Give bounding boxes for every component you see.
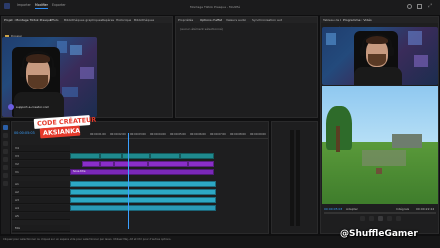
ruler-label: 00:00:06:00 xyxy=(190,133,206,136)
tools-panel xyxy=(1,121,10,234)
ripple-tool-icon[interactable] xyxy=(3,141,8,146)
tab-effects[interactable]: Effets xyxy=(50,18,59,22)
tab-audio-mixer[interactable]: Synchronisation automatique de l'audio xyxy=(252,18,282,22)
audio-meter-left xyxy=(290,130,294,226)
audio-clip[interactable] xyxy=(70,189,216,195)
creator-code-overlay: CODE CRÉATEUR AKSIANKA xyxy=(30,115,96,141)
fullscreen-icon[interactable]: ⤢ xyxy=(428,4,434,9)
ruler-label: 00:00:03:00 xyxy=(130,133,146,136)
track-header[interactable]: A4 xyxy=(12,205,70,212)
timeline-tracks: Sous-titre xyxy=(70,133,268,233)
discord-icon xyxy=(8,104,14,110)
video-clip[interactable] xyxy=(180,153,214,159)
menu-bar: Importer Modifier Exporter Montage Tikto… xyxy=(0,0,440,15)
program-timecode-current[interactable]: 00:00:05:03 xyxy=(324,207,342,211)
effect-controls-panel: Propriétés Options d'effet Valeurs audio… xyxy=(175,16,318,118)
tab-graphics-libraries[interactable]: Bibliothèques graphiques xyxy=(64,18,102,22)
subtitle-clip[interactable]: Sous-titre xyxy=(70,169,214,175)
video-clip[interactable] xyxy=(148,161,188,167)
audio-clip[interactable] xyxy=(70,181,216,187)
program-fit-select[interactable]: Adapter xyxy=(346,207,358,211)
tab-export[interactable]: Exporter xyxy=(52,3,66,7)
tab-audio-dashboard[interactable]: Tableau de bord de l'audio xyxy=(323,18,341,22)
audio-meter-right xyxy=(296,130,300,226)
track-header[interactable]: A1 xyxy=(12,181,70,188)
tab-edit[interactable]: Modifier xyxy=(35,3,48,9)
tab-effect-options[interactable]: Options d'effet xyxy=(200,18,222,22)
selection-tool-icon[interactable] xyxy=(3,125,8,130)
video-clip[interactable] xyxy=(122,153,150,159)
ruler-label: 00:00:04:00 xyxy=(150,133,166,136)
step-back-icon[interactable] xyxy=(369,216,374,221)
program-preview-webcam xyxy=(322,27,438,85)
track-header[interactable]: A2 xyxy=(12,189,70,196)
track-headers: V4 V3 V2 V1 A1 A2 A3 A4 A5 Mix xyxy=(12,145,70,233)
playhead[interactable] xyxy=(128,133,129,229)
tab-audio-values[interactable]: Valeurs audio xyxy=(226,18,246,22)
ruler-label: 00:00:07:00 xyxy=(210,133,226,136)
tab-history[interactable]: Historique xyxy=(116,18,131,22)
track-header[interactable]: V4 xyxy=(12,145,70,152)
audio-clip[interactable] xyxy=(70,197,216,203)
program-quality-select[interactable]: Intégrale xyxy=(396,207,409,211)
video-clip[interactable] xyxy=(82,161,100,167)
ruler-label: 00:00:05:00 xyxy=(170,133,186,136)
step-forward-icon[interactable] xyxy=(387,216,392,221)
watermark-text: @ShuffleGamer xyxy=(340,229,418,239)
tab-program[interactable]: Programme : Vidéo xyxy=(343,18,372,22)
project-panel-tabs: Projet : Montage Tiktok Presque Effets B… xyxy=(2,17,172,23)
window-title: Montage Tiktok Presque - Modifié xyxy=(190,5,240,9)
track-header[interactable]: Mix xyxy=(12,225,70,232)
transport-controls xyxy=(360,216,420,222)
video-clip[interactable] xyxy=(100,153,122,159)
ruler-label: 00:00:02:00 xyxy=(110,133,126,136)
mark-out-icon[interactable] xyxy=(396,216,401,221)
audio-clip[interactable] xyxy=(70,205,216,211)
track-header[interactable]: V2 xyxy=(12,161,70,168)
ruler-label: 00:00:08:00 xyxy=(230,133,246,136)
play-icon[interactable] xyxy=(378,216,383,221)
tab-properties[interactable]: Propriétés xyxy=(178,18,193,22)
share-icon[interactable] xyxy=(407,4,412,9)
program-timecode-duration: 00:00:22:24 xyxy=(416,207,435,211)
creator-code-name-banner: AKSIANKA xyxy=(39,125,81,139)
hand-tool-icon[interactable] xyxy=(3,173,8,178)
audio-meters-panel xyxy=(271,121,318,234)
tab-import[interactable]: Importer xyxy=(17,3,31,7)
video-clip[interactable] xyxy=(70,153,100,159)
video-clip[interactable] xyxy=(150,153,180,159)
status-text: Cliquez pour sélectionner ou cliquez sur… xyxy=(3,238,172,241)
video-clip[interactable] xyxy=(114,161,148,167)
workspace-icon[interactable] xyxy=(417,4,422,9)
track-header[interactable]: A3 xyxy=(12,197,70,204)
program-monitor-tabs: Tableau de bord de l'audio Programme : V… xyxy=(321,17,438,23)
creator-code-name: AKSIANKA xyxy=(42,126,81,138)
track-header[interactable]: A5 xyxy=(12,213,70,220)
tab-markers[interactable]: Repères xyxy=(102,18,114,22)
tab-project[interactable]: Projet : Montage Tiktok Presque xyxy=(4,18,52,22)
effect-panel-tabs: Propriétés Options d'effet Valeurs audio… xyxy=(176,17,317,23)
effect-panel-subtitle: (aucun élément sélectionné) xyxy=(180,27,224,31)
slip-tool-icon[interactable] xyxy=(3,157,8,162)
ruler-label: 00:00:09:00 xyxy=(250,133,266,136)
home-icon[interactable] xyxy=(4,3,10,9)
channel-watermark: @ShuffleGamer xyxy=(340,228,438,242)
tab-libraries[interactable]: Bibliothèques xyxy=(134,18,154,22)
type-tool-icon[interactable] xyxy=(3,181,8,186)
webcam-tag: support-a-creator.com xyxy=(16,105,50,109)
video-clip[interactable] xyxy=(100,161,114,167)
timeline-ruler[interactable]: 00:00 00:00:01:00 00:00:02:00 00:00:03:0… xyxy=(70,133,268,139)
track-select-tool-icon[interactable] xyxy=(3,133,8,138)
video-clip[interactable] xyxy=(188,161,214,167)
mark-in-icon[interactable] xyxy=(360,216,365,221)
track-header[interactable]: V1 xyxy=(12,169,70,176)
program-preview-game xyxy=(322,86,438,204)
pen-tool-icon[interactable] xyxy=(3,165,8,170)
program-scrubber[interactable] xyxy=(324,212,436,214)
track-header[interactable]: V3 xyxy=(12,153,70,160)
razor-tool-icon[interactable] xyxy=(3,149,8,154)
